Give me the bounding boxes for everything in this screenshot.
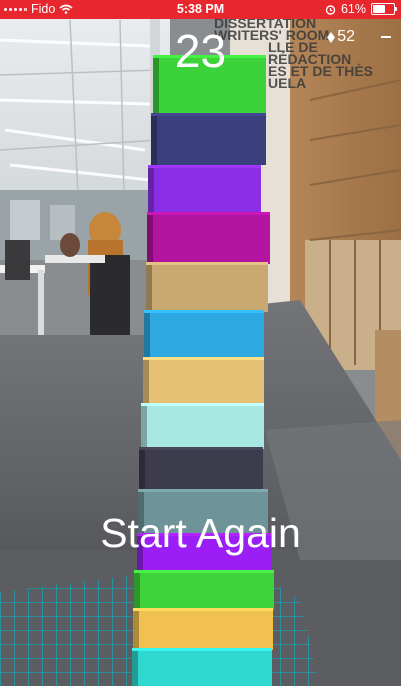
tower-block [144,310,264,358]
tower-block [139,447,263,491]
start-again-button[interactable]: Start Again [0,508,401,558]
battery-percent: 61% [340,2,366,16]
alarm-icon [325,4,336,15]
menu-dash-icon[interactable] [381,36,392,38]
gem-count: 52 [337,28,355,45]
tower-block [141,403,264,449]
tower-block [132,648,272,686]
tower-block [148,165,261,215]
tower-block [146,262,268,312]
status-right: 61% [325,2,397,16]
ar-scene[interactable]: DISSERTATION WRITERS' ROOM LLE DE RÉDACT… [0,0,401,686]
gem-icon [327,31,336,43]
tower-block [134,570,274,610]
battery-icon [371,3,397,15]
tower-block [143,357,264,403]
status-bar: Fido 5:38 PM 61% [0,0,401,19]
block-tower [132,55,274,686]
tower-block [151,113,266,165]
camera-background [0,0,401,686]
tower-block [147,212,270,264]
gem-counter: 52 [327,28,392,46]
tower-block [133,608,273,650]
